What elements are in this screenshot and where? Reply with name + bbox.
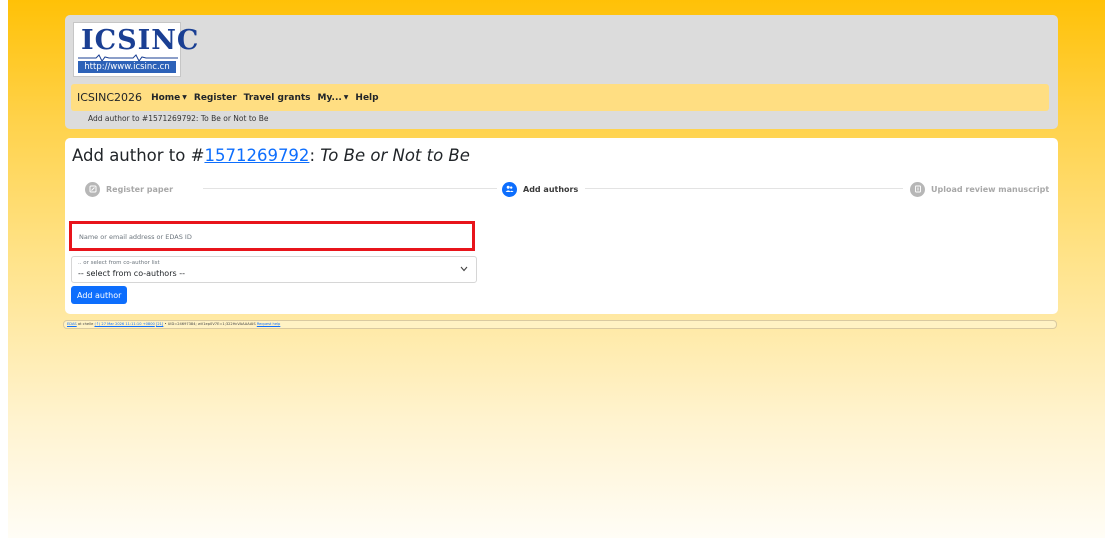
request-help-link[interactable]: Request help [257, 322, 281, 326]
main-card: Add author to #1571269792: To Be or Not … [65, 138, 1058, 314]
coauthor-select-caption: .. or select from co-author list [78, 260, 160, 266]
upload-icon [910, 181, 925, 197]
window-left-edge [0, 0, 8, 538]
paper-title: To Be or Not to Be [320, 146, 470, 165]
step-add-authors[interactable]: Add authors [502, 180, 578, 198]
coauthor-select-value: -- select from co-authors -- [78, 269, 185, 278]
logo-text: ICSINC [81, 25, 200, 56]
add-author-button[interactable]: Add author [71, 286, 128, 304]
chevron-down-icon [460, 266, 468, 272]
author-search-field [69, 221, 475, 252]
status-footer: EDAS at chelle (↑) 27 Mar 2026 11:11:10 … [63, 320, 1057, 329]
page-title: Add author to #1571269792: To Be or Not … [72, 146, 470, 165]
breadcrumb: Add author to #1571269792: To Be or Not … [88, 114, 269, 123]
author-search-input[interactable] [72, 228, 472, 252]
conference-logo[interactable]: ICSINC http://www.icsinc.cn [73, 22, 198, 77]
caret-down-icon: ▼ [343, 93, 349, 101]
step-upload-review-manuscript[interactable]: Upload review manuscript [910, 180, 1049, 198]
site-header: ICSINC http://www.icsinc.cn ICSINC2026 H… [65, 15, 1058, 129]
stepper-connector [585, 188, 903, 189]
caret-down-icon: ▼ [182, 93, 187, 101]
nav-help[interactable]: Help [355, 93, 378, 103]
nav-register[interactable]: Register [194, 93, 237, 103]
main-navbar: ICSINC2026 Home ▼ Register Travel grants … [71, 84, 1049, 111]
stepper-connector [203, 188, 497, 189]
timestamp-link[interactable]: (↑) 27 Mar 2026 11:11:10 +0800 [94, 322, 154, 326]
edas-link[interactable]: EDAS [67, 322, 77, 326]
pen-icon [85, 181, 100, 197]
nav-home[interactable]: Home ▼ [151, 93, 187, 103]
progress-stepper: Register paper Add authors Upload review… [85, 180, 1049, 200]
navbar-brand[interactable]: ICSINC2026 [77, 91, 142, 104]
nav-my[interactable]: My... ▼ [318, 93, 349, 103]
nav-travel-grants[interactable]: Travel grants [244, 93, 311, 103]
logo-url: http://www.icsinc.cn [78, 61, 176, 73]
coauthor-select[interactable]: .. or select from co-author list -- sele… [71, 256, 477, 283]
paper-id-link[interactable]: 1571269792 [204, 146, 309, 165]
host-name: chelle [82, 322, 94, 326]
session-info: • UID=24697384; wV1ep0V7E=1;322HcVAAAAAI… [163, 322, 256, 326]
users-icon [502, 181, 517, 197]
step-register-paper[interactable]: Register paper [85, 180, 173, 198]
